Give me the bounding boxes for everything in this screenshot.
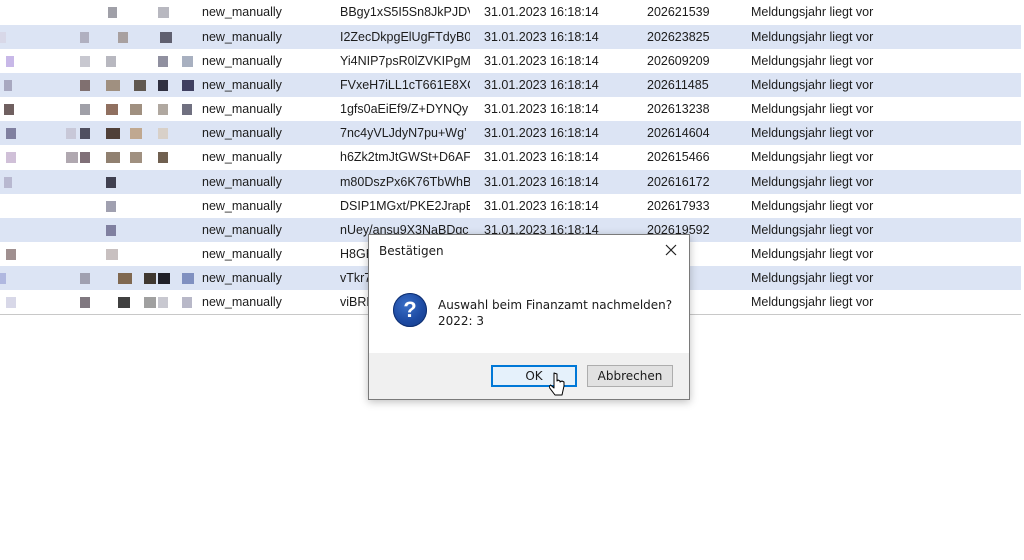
redacted-columns — [0, 49, 196, 73]
table-row[interactable]: new_manually FVxeH7iLL1cT661E8XC 31.01.202… — [0, 73, 1021, 98]
status-cell: Meldungsjahr liegt vor — [751, 270, 874, 285]
source-cell: new_manually — [202, 126, 282, 141]
source-cell: new_manually — [202, 246, 282, 261]
mouse-pointer-icon — [549, 372, 565, 396]
date-cell: 31.01.2023 16:18:14 — [484, 30, 599, 44]
status-cell: Meldungsjahr liegt vor — [751, 174, 874, 189]
status-cell: Meldungsjahr liegt vor — [751, 295, 874, 310]
date-cell: 31.01.2023 16:18:14 — [484, 150, 599, 165]
number-cell: 202615466 — [647, 150, 710, 165]
key-cell: 1gfs0aEiEf9/Z+DYNQy — [340, 102, 469, 117]
source-cell: new_manually — [202, 30, 282, 44]
status-cell: Meldungsjahr liegt vor — [751, 102, 874, 117]
dialog-message: Auswahl beim Finanzamt nachmelden? 2022:… — [438, 297, 672, 329]
status-cell: Meldungsjahr liegt vor — [751, 5, 874, 19]
dialog-message-line1: Auswahl beim Finanzamt nachmelden? — [438, 298, 673, 312]
table-row[interactable]: new_manually 1gfs0aEiEf9/Z+DYNQy 31.01.202… — [0, 97, 1021, 121]
question-icon: ? — [393, 293, 427, 327]
key-cell: FVxeH7iLL1cT661E8XC — [340, 78, 470, 93]
number-cell: 202613238 — [647, 102, 710, 117]
redacted-columns — [0, 25, 196, 49]
table-row[interactable]: new_manually m80DszPx6K76TbWhB 31.01.2023 … — [0, 169, 1021, 194]
number-cell: 202616172 — [647, 174, 710, 189]
source-cell: new_manually — [202, 5, 282, 19]
key-cell: 7nc4yVLJdyN7pu+Wg’ — [340, 126, 467, 141]
key-cell: Yi4NIP7psR0lZVKIPgM — [340, 54, 470, 69]
source-cell: new_manually — [202, 102, 282, 117]
confirm-dialog: Bestätigen ? Auswahl beim Finanzamt nach… — [368, 234, 690, 400]
key-cell: BBgy1xS5I5Sn8JkPJDV’ — [340, 5, 470, 19]
cancel-button[interactable]: Abbrechen — [587, 365, 673, 387]
key-cell: h6Zk2tmJtGWSt+D6AF — [340, 150, 470, 165]
date-cell: 31.01.2023 16:18:14 — [484, 126, 599, 141]
key-cell: m80DszPx6K76TbWhB — [340, 174, 470, 189]
date-cell: 31.01.2023 16:18:14 — [484, 5, 599, 19]
table-row[interactable]: new_manually 7nc4yVLJdyN7pu+Wg’ 31.01.2023… — [0, 121, 1021, 146]
source-cell: new_manually — [202, 150, 282, 165]
date-cell: 31.01.2023 16:18:14 — [484, 78, 599, 93]
status-cell: Meldungsjahr liegt vor — [751, 222, 874, 237]
number-cell: 202611485 — [647, 78, 709, 93]
table-row[interactable]: new_manually I2ZecDkpgElUgFTdyB0 31.01.202… — [0, 25, 1021, 50]
key-cell: DSIP1MGxt/PKE2JrapE — [340, 198, 470, 213]
source-cell: new_manually — [202, 174, 282, 189]
source-cell: new_manually — [202, 222, 282, 237]
redacted-columns — [0, 121, 196, 145]
number-cell: 202623825 — [647, 30, 710, 44]
number-cell: 202621539 — [647, 5, 710, 19]
status-cell: Meldungsjahr liegt vor — [751, 30, 874, 44]
dialog-title: Bestätigen — [379, 244, 444, 258]
redacted-columns — [0, 194, 196, 218]
redacted-columns — [0, 0, 196, 25]
source-cell: new_manually — [202, 198, 282, 213]
redacted-columns — [0, 242, 196, 266]
status-cell: Meldungsjahr liegt vor — [751, 150, 874, 165]
redacted-columns — [0, 145, 196, 169]
redacted-columns — [0, 97, 196, 121]
table-row[interactable]: new_manually Yi4NIP7psR0lZVKIPgM 31.01.202… — [0, 49, 1021, 73]
source-cell: new_manually — [202, 78, 282, 93]
redacted-columns — [0, 266, 196, 290]
status-cell: Meldungsjahr liegt vor — [751, 54, 874, 69]
number-cell: 202614604 — [647, 126, 710, 141]
number-cell: 202609209 — [647, 54, 710, 69]
table-row[interactable]: new_manually h6Zk2tmJtGWSt+D6AF 31.01.2023… — [0, 145, 1021, 169]
date-cell: 31.01.2023 16:18:14 — [484, 198, 599, 213]
source-cell: new_manually — [202, 270, 282, 285]
date-cell: 31.01.2023 16:18:14 — [484, 54, 599, 69]
redacted-columns — [0, 290, 196, 314]
date-cell: 31.01.2023 16:18:14 — [484, 102, 599, 117]
table-row[interactable]: new_manually BBgy1xS5I5Sn8JkPJDV’ 31.01.20… — [0, 0, 1021, 25]
status-cell: Meldungsjahr liegt vor — [751, 246, 874, 261]
status-cell: Meldungsjahr liegt vor — [751, 78, 874, 93]
number-cell: 202617933 — [647, 198, 710, 213]
source-cell: new_manually — [202, 54, 282, 69]
date-cell: 31.01.2023 16:18:14 — [484, 174, 599, 189]
dialog-footer: OK Abbrechen — [369, 353, 689, 399]
table-row[interactable]: new_manually DSIP1MGxt/PKE2JrapE 31.01.202… — [0, 194, 1021, 218]
redacted-columns — [0, 73, 196, 97]
redacted-columns — [0, 218, 196, 242]
status-cell: Meldungsjahr liegt vor — [751, 126, 874, 141]
key-cell: I2ZecDkpgElUgFTdyB0 — [340, 30, 470, 44]
redacted-columns — [0, 170, 196, 194]
source-cell: new_manually — [202, 295, 282, 310]
dialog-message-line2: 2022: 3 — [438, 314, 485, 328]
close-icon[interactable] — [659, 239, 683, 261]
status-cell: Meldungsjahr liegt vor — [751, 198, 874, 213]
